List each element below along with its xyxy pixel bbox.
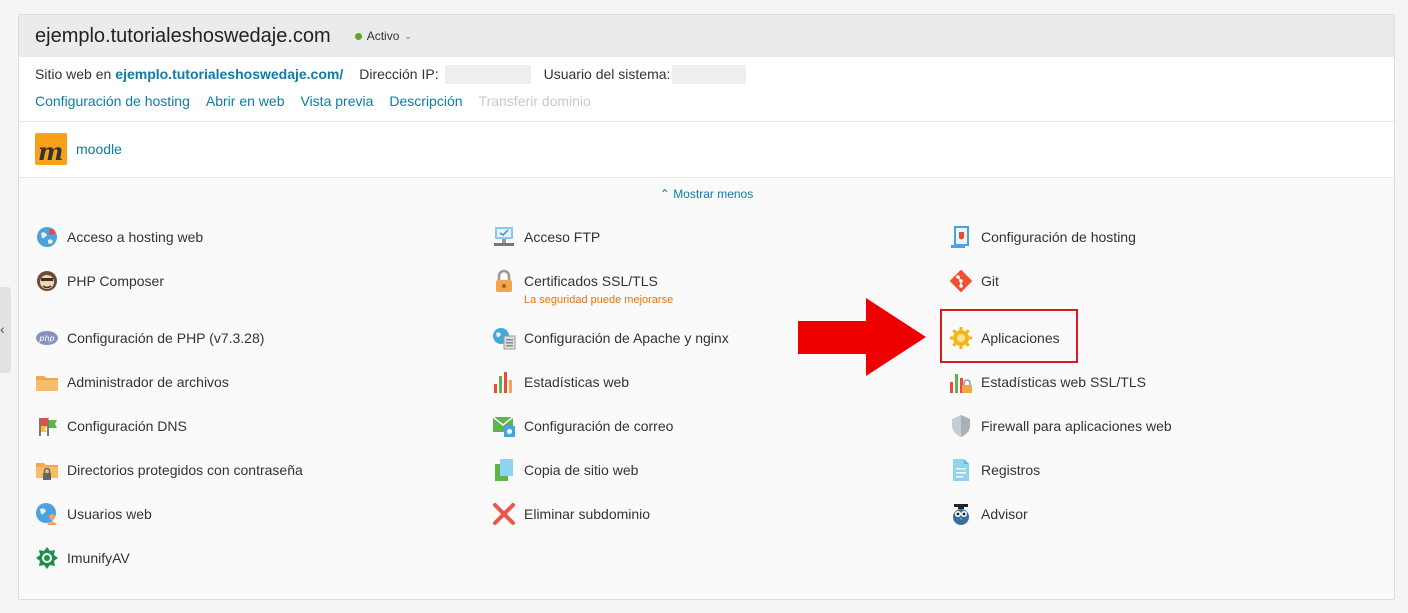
- chevron-down-icon: ⌄: [404, 30, 412, 41]
- php-icon: php: [35, 326, 59, 350]
- domain-card: ejemplo.tutorialeshoswedaje.com Activo ⌄…: [18, 14, 1395, 600]
- locked-folder-icon: [35, 458, 59, 482]
- tool-label: Acceso a hosting web: [67, 229, 204, 245]
- tool-file-manager[interactable]: Administrador de archivos: [35, 373, 229, 394]
- tool-password-protected-dirs[interactable]: Directorios protegidos con contraseña: [35, 461, 303, 482]
- tool-remove-subdomain[interactable]: Eliminar subdominio: [492, 502, 651, 526]
- delete-x-icon: [492, 502, 516, 526]
- tool-php-composer[interactable]: PHP Composer: [35, 269, 165, 293]
- collapse-sidebar-handle[interactable]: ‹: [0, 287, 11, 373]
- mail-icon: [492, 414, 516, 438]
- tool-label: Eliminar subdominio: [524, 506, 651, 522]
- tools-panel: ⌃ Mostrar menos Acceso a hosting web PHP…: [19, 178, 1394, 599]
- tool-website-copy[interactable]: Copia de sitio web: [492, 458, 639, 482]
- apache-icon: [492, 326, 516, 350]
- domain-info: Sitio web en ejemplo.tutorialeshoswedaje…: [35, 64, 747, 84]
- tool-label: Advisor: [981, 506, 1028, 522]
- tool-label: Configuración de Apache y nginx: [524, 330, 729, 346]
- domain-links: Configuración de hosting Abrir en web Vi…: [35, 93, 607, 109]
- website-prefix: Sitio web en: [35, 66, 112, 82]
- tool-label: Configuración de hosting: [981, 229, 1136, 245]
- tool-apache-nginx[interactable]: Configuración de Apache y nginx: [492, 326, 729, 350]
- imunify-icon: [35, 546, 59, 570]
- tool-web-app-firewall[interactable]: Firewall para aplicaciones web: [949, 414, 1172, 438]
- tool-label: Estadísticas web: [524, 374, 630, 390]
- tool-dns-settings[interactable]: Configuración DNS: [35, 417, 187, 438]
- tool-logs[interactable]: Registros: [949, 458, 1041, 482]
- copy-icon: [492, 458, 516, 482]
- link-transfer-domain: Transferir dominio: [478, 93, 591, 109]
- logs-icon: [949, 458, 973, 482]
- folder-icon: [35, 370, 59, 394]
- tool-ssl-certificates[interactable]: Certificados SSL/TLS La seguridad puede …: [492, 269, 673, 306]
- link-description[interactable]: Descripción: [389, 93, 462, 109]
- installed-app[interactable]: m moodle: [35, 133, 122, 166]
- hosting-config-icon: [949, 225, 973, 249]
- tool-php-settings[interactable]: php Configuración de PHP (v7.3.28): [35, 329, 264, 350]
- tool-label: Registros: [981, 462, 1041, 478]
- tool-hosting-settings[interactable]: Configuración de hosting: [949, 225, 1136, 249]
- user-redacted: [672, 64, 747, 84]
- tool-mail-settings[interactable]: Configuración de correo: [492, 414, 674, 438]
- chevron-left-icon: ‹: [0, 321, 5, 337]
- tool-web-hosting-access[interactable]: Acceso a hosting web: [35, 225, 204, 249]
- tool-label: Copia de sitio web: [524, 462, 639, 478]
- annotation-arrow-icon: [798, 298, 926, 376]
- moodle-icon: m: [35, 133, 67, 166]
- tool-label: ImunifyAV: [67, 550, 130, 566]
- ip-redacted: [444, 64, 531, 84]
- tool-label: Configuración de correo: [524, 418, 674, 434]
- link-open-web[interactable]: Abrir en web: [206, 93, 285, 109]
- dns-flags-icon: [35, 414, 59, 438]
- divider: [19, 121, 1394, 122]
- ip-label: Dirección IP:: [359, 66, 439, 82]
- tool-ssl-web-statistics[interactable]: Estadísticas web SSL/TLS: [949, 373, 1146, 394]
- shield-icon: [949, 414, 973, 438]
- link-preview[interactable]: Vista previa: [300, 93, 373, 109]
- website-link[interactable]: ejemplo.tutorialeshoswedaje.com/: [115, 66, 343, 82]
- show-less-label: Mostrar menos: [673, 187, 754, 201]
- domain-title: ejemplo.tutorialeshoswedaje.com: [35, 24, 331, 47]
- tool-web-statistics[interactable]: Estadísticas web: [492, 370, 630, 394]
- tool-label: PHP Composer: [67, 273, 165, 289]
- advisor-owl-icon: [949, 502, 973, 526]
- show-less-toggle[interactable]: ⌃ Mostrar menos: [19, 187, 1394, 201]
- tool-label: Firewall para aplicaciones web: [981, 418, 1172, 434]
- git-icon: [949, 269, 973, 293]
- tool-label: Git: [981, 273, 999, 289]
- tool-label: Directorios protegidos con contraseña: [67, 462, 303, 478]
- tool-advisor[interactable]: Advisor: [949, 502, 1028, 526]
- status-label: Activo: [366, 29, 400, 43]
- tool-imunifyav[interactable]: ImunifyAV: [35, 546, 130, 570]
- tool-label: Configuración de PHP (v7.3.28): [67, 330, 265, 346]
- web-users-icon: [35, 502, 59, 526]
- chevron-up-icon: ⌃: [659, 187, 670, 201]
- globe-icon: [35, 225, 59, 249]
- tool-label: Certificados SSL/TLS: [524, 273, 658, 289]
- applications-highlight-box: [940, 309, 1078, 363]
- domain-header: ejemplo.tutorialeshoswedaje.com Activo ⌄: [19, 15, 1394, 57]
- composer-icon: [35, 269, 59, 293]
- ssl-chart-icon: [949, 370, 973, 394]
- ssl-warning[interactable]: La seguridad puede mejorarse: [524, 294, 673, 306]
- status-dropdown[interactable]: Activo ⌄: [354, 29, 412, 43]
- tool-label: Acceso FTP: [524, 229, 601, 245]
- tool-label: Administrador de archivos: [67, 374, 229, 390]
- bar-chart-icon: [492, 370, 516, 394]
- tool-git[interactable]: Git: [949, 269, 999, 293]
- user-label: Usuario del sistema:: [543, 66, 671, 82]
- svg-text:php: php: [38, 334, 54, 343]
- tool-web-users[interactable]: Usuarios web: [35, 502, 152, 526]
- tool-label: Estadísticas web SSL/TLS: [981, 374, 1146, 390]
- tool-ftp-access[interactable]: Acceso FTP: [492, 225, 601, 249]
- tool-label: Configuración DNS: [67, 418, 187, 434]
- tool-label: Usuarios web: [67, 506, 152, 522]
- status-dot-icon: [354, 32, 362, 40]
- app-name[interactable]: moodle: [76, 141, 122, 157]
- ftp-icon: [492, 225, 516, 249]
- link-hosting-config[interactable]: Configuración de hosting: [35, 93, 190, 109]
- ssl-lock-icon: [492, 269, 516, 293]
